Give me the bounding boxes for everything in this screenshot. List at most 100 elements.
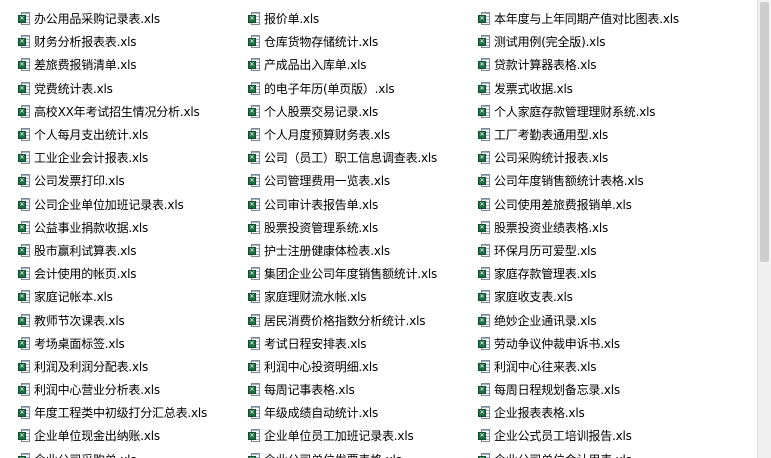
file-item[interactable]: ✕ 个人每月支出统计.xls bbox=[18, 123, 246, 146]
file-item[interactable]: ✕ 财务分析报表表.xls bbox=[18, 30, 246, 53]
excel-file-icon: ✕ bbox=[18, 11, 31, 26]
file-item[interactable]: ✕ 家庭存款管理表.xls bbox=[478, 262, 706, 285]
file-name: 利润中心投资明细.xls bbox=[264, 359, 379, 374]
file-item[interactable]: ✕ 利润中心往来表.xls bbox=[478, 355, 706, 378]
file-item[interactable]: ✕ 个人家庭存款管理理财系统.xls bbox=[478, 100, 706, 123]
file-item[interactable]: ✕ 家庭理财流水帐.xls bbox=[248, 285, 476, 308]
file-name: 企业报表表格.xls bbox=[494, 406, 585, 421]
file-name: 年度工程类中初级打分汇总表.xls bbox=[34, 406, 208, 421]
file-item[interactable]: ✕ 会计使用的帐页.xls bbox=[18, 262, 246, 285]
excel-file-icon: ✕ bbox=[18, 34, 31, 49]
file-item[interactable]: ✕企业公司采购单.xls bbox=[18, 448, 246, 458]
file-item[interactable]: ✕ 贷款计算器表格.xls bbox=[478, 53, 706, 76]
file-item[interactable]: ✕ 利润中心投资明细.xls bbox=[248, 355, 476, 378]
file-item[interactable]: ✕ 本年度与上年同期产值对比图表.xls bbox=[478, 7, 706, 30]
file-item[interactable]: ✕ 利润及利润分配表.xls bbox=[18, 355, 246, 378]
file-item[interactable]: ✕ 绝妙企业通讯录.xls bbox=[478, 308, 706, 331]
excel-file-icon: ✕ bbox=[18, 57, 31, 72]
file-item[interactable]: ✕ 公益事业捐款收据.xls bbox=[18, 216, 246, 239]
file-item[interactable]: ✕ 集团企业公司年度销售额统计.xls bbox=[248, 262, 476, 285]
file-item[interactable]: ✕ 产成品出入库单.xls bbox=[248, 53, 476, 76]
file-name: 公司审计表报告单.xls bbox=[264, 197, 379, 212]
file-item[interactable]: ✕ 报价单.xls bbox=[248, 7, 476, 30]
file-item[interactable]: ✕ 党费统计表.xls bbox=[18, 77, 246, 100]
file-name: 股票投资管理系统.xls bbox=[264, 220, 379, 235]
file-name: 考试日程安排表.xls bbox=[264, 336, 367, 351]
file-name: 工业企业会计报表.xls bbox=[34, 151, 149, 166]
file-item[interactable]: ✕ 考场桌面标签.xls bbox=[18, 332, 246, 355]
file-name: 本年度与上年同期产值对比图表.xls bbox=[494, 12, 679, 27]
file-name: 年级成绩自动统计.xls bbox=[264, 406, 379, 421]
file-name: 教师节次课表.xls bbox=[34, 313, 125, 328]
file-item[interactable]: ✕ 考试日程安排表.xls bbox=[248, 332, 476, 355]
file-item[interactable]: ✕ 企业单位现金出纳账.xls bbox=[18, 424, 246, 447]
file-item[interactable]: ✕ 企业公式员工培训报告.xls bbox=[478, 424, 706, 447]
file-item[interactable]: ✕ 办公用品采购记录表.xls bbox=[18, 7, 246, 30]
file-item[interactable]: ✕ 年度工程类中初级打分汇总表.xls bbox=[18, 401, 246, 424]
file-item[interactable]: ✕ 公司发票打印.xls bbox=[18, 169, 246, 192]
file-item[interactable]: ✕企业公司单位发票表格.xls bbox=[248, 448, 476, 458]
file-column-3: ✕ 本年度与上年同期产值对比图表.xls ✕ 测试用例(完全版).xls ✕ 贷款计算器表… bbox=[478, 7, 706, 458]
excel-file-icon: ✕ bbox=[478, 34, 491, 49]
file-item[interactable]: ✕ 企业单位员工加班记录表.xls bbox=[248, 424, 476, 447]
file-item[interactable]: ✕ 股票投资业绩表格.xls bbox=[478, 216, 706, 239]
excel-file-icon: ✕ bbox=[18, 220, 31, 235]
excel-file-icon: ✕ bbox=[18, 405, 31, 420]
file-item[interactable]: ✕ 家庭收支表.xls bbox=[478, 285, 706, 308]
file-item[interactable]: ✕ 环保月历可爱型.xls bbox=[478, 239, 706, 262]
file-name: 个人股票交易记录.xls bbox=[264, 104, 379, 119]
excel-file-icon: ✕ bbox=[248, 11, 261, 26]
file-name: 公司（员工）职工信息调查表.xls bbox=[264, 151, 438, 166]
file-name: 家庭收支表.xls bbox=[494, 290, 573, 305]
file-item[interactable]: ✕ 股市赢利试算表.xls bbox=[18, 239, 246, 262]
file-item[interactable]: ✕ 发票式收据.xls bbox=[478, 77, 706, 100]
file-item[interactable]: ✕ 高校XX年考试招生情况分析.xls bbox=[18, 100, 246, 123]
scrollbar-thumb[interactable] bbox=[760, 2, 769, 262]
file-item[interactable]: ✕ 年级成绩自动统计.xls bbox=[248, 401, 476, 424]
file-item[interactable]: ✕ 工业企业会计报表.xls bbox=[18, 146, 246, 169]
file-item[interactable]: ✕ 个人月度预算财务表.xls bbox=[248, 123, 476, 146]
excel-file-icon: ✕ bbox=[18, 336, 31, 351]
excel-file-icon: ✕ bbox=[248, 428, 261, 443]
excel-file-icon: ✕ bbox=[478, 220, 491, 235]
excel-file-icon: ✕ bbox=[478, 313, 491, 328]
file-item[interactable]: ✕ 差旅费报销清单.xls bbox=[18, 53, 246, 76]
file-item[interactable]: ✕ 公司年度销售额统计表格.xls bbox=[478, 169, 706, 192]
file-item[interactable]: ✕ 的电子年历(单页版）.xls bbox=[248, 77, 476, 100]
file-item[interactable]: ✕ 居民消费价格指数分析统计.xls bbox=[248, 308, 476, 331]
excel-file-icon: ✕ bbox=[248, 313, 261, 328]
file-name: 企业公司采购单.xls bbox=[34, 451, 137, 458]
excel-file-icon: ✕ bbox=[478, 173, 491, 188]
file-item[interactable]: ✕ 公司（员工）职工信息调查表.xls bbox=[248, 146, 476, 169]
file-name: 公司年度销售额统计表格.xls bbox=[494, 174, 644, 189]
file-item[interactable]: ✕ 公司管理费用一览表.xls bbox=[248, 169, 476, 192]
file-item[interactable]: ✕ 护士注册健康体检表.xls bbox=[248, 239, 476, 262]
file-item[interactable]: ✕ 公司企业单位加班记录表.xls bbox=[18, 193, 246, 216]
file-item[interactable]: ✕企业公司单位会计用表.xls bbox=[478, 448, 706, 458]
file-item[interactable]: ✕ 利润中心营业分析表.xls bbox=[18, 378, 246, 401]
file-name: 家庭理财流水帐.xls bbox=[264, 290, 367, 305]
excel-file-icon: ✕ bbox=[478, 336, 491, 351]
file-item[interactable]: ✕ 公司采购统计报表.xls bbox=[478, 146, 706, 169]
excel-file-icon: ✕ bbox=[248, 336, 261, 351]
file-item[interactable]: ✕ 股票投资管理系统.xls bbox=[248, 216, 476, 239]
excel-file-icon: ✕ bbox=[18, 243, 31, 258]
file-item[interactable]: ✕ 教师节次课表.xls bbox=[18, 308, 246, 331]
file-item[interactable]: ✕ 每周日程规划备忘录.xls bbox=[478, 378, 706, 401]
vertical-scrollbar[interactable] bbox=[757, 0, 771, 458]
file-item[interactable]: ✕ 每周记事表格.xls bbox=[248, 378, 476, 401]
file-name: 企业单位现金出纳账.xls bbox=[34, 429, 160, 444]
file-item[interactable]: ✕ 个人股票交易记录.xls bbox=[248, 100, 476, 123]
file-name: 仓库货物存储统计.xls bbox=[264, 35, 379, 50]
file-item[interactable]: ✕ 公司审计表报告单.xls bbox=[248, 193, 476, 216]
file-name: 利润中心往来表.xls bbox=[494, 359, 597, 374]
file-name: 集团企业公司年度销售额统计.xls bbox=[264, 267, 438, 282]
file-item[interactable]: ✕ 劳动争议仲裁申诉书.xls bbox=[478, 332, 706, 355]
file-name: 企业公式员工培训报告.xls bbox=[494, 429, 632, 444]
file-item[interactable]: ✕ 家庭记帐本.xls bbox=[18, 285, 246, 308]
file-item[interactable]: ✕ 企业报表表格.xls bbox=[478, 401, 706, 424]
file-item[interactable]: ✕ 测试用例(完全版).xls bbox=[478, 30, 706, 53]
file-item[interactable]: ✕ 工厂考勤表通用型.xls bbox=[478, 123, 706, 146]
file-item[interactable]: ✕ 仓库货物存储统计.xls bbox=[248, 30, 476, 53]
file-item[interactable]: ✕ 公司使用差旅费报销单.xls bbox=[478, 193, 706, 216]
